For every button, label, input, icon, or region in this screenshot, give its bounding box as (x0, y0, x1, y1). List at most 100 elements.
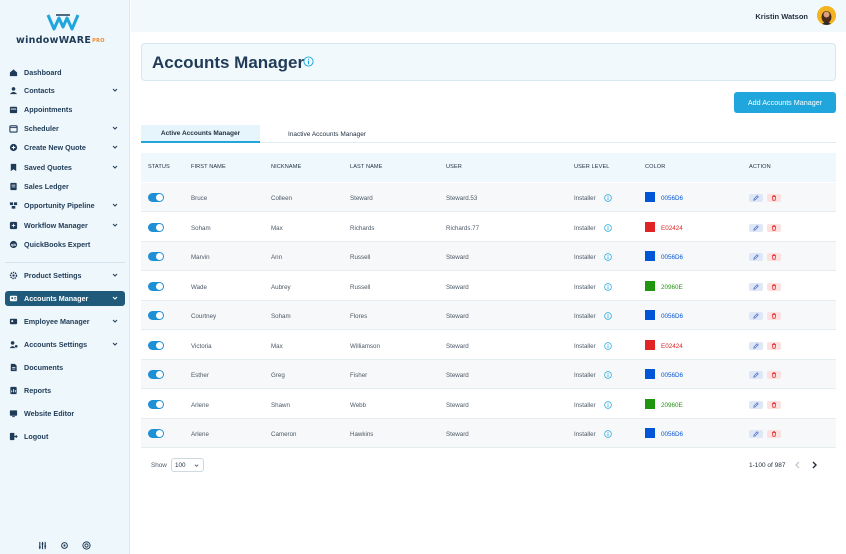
table-row: Arlene Shawn Webb Steward Installer 20960E (141, 390, 836, 419)
user-name[interactable]: Kristin Watson (755, 12, 808, 21)
accounts-manager-icon (9, 294, 18, 303)
info-icon[interactable] (604, 282, 612, 291)
sidebar-item-label: Workflow Manager (24, 221, 88, 230)
sidebar-item-product-settings[interactable]: Product Settings (5, 268, 125, 283)
color-code: E02424 (661, 342, 683, 350)
edit-button[interactable] (749, 312, 763, 320)
delete-button[interactable] (767, 194, 781, 202)
delete-button[interactable] (767, 312, 781, 320)
page-size-select[interactable]: 100 (171, 458, 204, 472)
delete-button[interactable] (767, 400, 781, 409)
table-row: Marvin Ann Russell Steward Installer 0056D6 (141, 242, 836, 271)
info-icon[interactable] (604, 371, 612, 379)
sidebar-item-create-new-quote[interactable]: Create New Quote (5, 140, 125, 155)
info-icon[interactable] (303, 56, 314, 67)
avatar[interactable] (817, 6, 836, 25)
pencil-icon (753, 342, 759, 349)
sliders-icon[interactable] (38, 537, 47, 550)
status-toggle[interactable] (148, 311, 164, 320)
delete-button[interactable] (767, 253, 781, 261)
status-toggle[interactable] (148, 429, 164, 438)
sidebar-item-workflow-manager[interactable]: Workflow Manager (5, 218, 125, 233)
color-swatch (645, 428, 655, 438)
sidebar-item-label: Dashboard (24, 68, 62, 77)
info-icon[interactable] (604, 194, 612, 202)
delete-button[interactable] (767, 223, 781, 232)
sidebar-item-opportunity-pipeline[interactable]: Opportunity Pipeline (5, 198, 125, 213)
chevron-left-icon[interactable] (794, 461, 801, 469)
sidebar-item-website-editor[interactable]: Website Editor (5, 406, 125, 421)
sidebar-item-employee-manager[interactable]: Employee Manager (5, 314, 125, 329)
info-icon[interactable] (604, 312, 612, 320)
sidebar-item-appointments[interactable]: Appointments (5, 102, 125, 117)
sidebar-item-label: Contacts (24, 86, 55, 95)
pagination-range: 1-100 of 987 (749, 462, 786, 469)
chevron-right-icon[interactable] (811, 461, 818, 469)
delete-button[interactable] (767, 282, 781, 291)
sidebar-item-saved-quotes[interactable]: Saved Quotes (5, 160, 125, 175)
sidebar-item-label: Appointments (24, 105, 73, 114)
table-row: Courtney Soham Flores Steward Installer 0056D… (141, 301, 836, 330)
sidebar-item-dashboard[interactable]: Dashboard (5, 65, 125, 80)
info-icon[interactable] (604, 223, 612, 232)
sidebar-item-accounts-manager[interactable]: Accounts Manager (5, 291, 125, 306)
add-accounts-manager-button[interactable]: Add Accounts Manager (734, 92, 836, 113)
sidebar-item-reports[interactable]: Reports (5, 383, 125, 398)
status-toggle[interactable] (148, 252, 164, 261)
sidebar-item-label: Logout (24, 432, 49, 441)
status-toggle[interactable] (148, 370, 164, 379)
trash-icon (772, 254, 776, 260)
edit-button[interactable] (749, 430, 763, 438)
sidebar-item-label: Product Settings (24, 271, 82, 280)
delete-button[interactable] (767, 430, 781, 438)
info-icon[interactable] (604, 341, 612, 350)
info-icon[interactable] (604, 400, 612, 409)
sidebar-item-label: Create New Quote (24, 143, 86, 152)
trash-icon (772, 195, 776, 201)
info-icon[interactable] (604, 253, 612, 261)
sidebar-item-quickbooks-expert[interactable]: qb QuickBooks Expert (5, 237, 125, 252)
edit-button[interactable] (749, 341, 763, 350)
sidebar-item-accounts-settings[interactable]: Accounts Settings (5, 337, 125, 352)
edit-button[interactable] (749, 223, 763, 232)
status-toggle[interactable] (148, 193, 164, 202)
sidebar-item-sales-ledger[interactable]: Sales Ledger (5, 179, 125, 194)
page-header: Accounts Manager (141, 43, 836, 81)
info-icon[interactable] (604, 430, 612, 438)
ledger-icon (9, 182, 18, 191)
delete-button[interactable] (767, 341, 781, 350)
logout-icon (9, 432, 18, 441)
page-size-value: 100 (175, 462, 186, 469)
employee-icon (9, 317, 18, 326)
edit-button[interactable] (749, 282, 763, 291)
user-level-cell: Installer (574, 342, 596, 350)
status-toggle[interactable] (148, 399, 164, 409)
tab-inactive-accounts-manager[interactable]: Inactive Accounts Manager (260, 125, 394, 143)
sidebar-item-documents[interactable]: Documents (5, 360, 125, 375)
delete-button[interactable] (767, 371, 781, 379)
settings-icon[interactable] (60, 537, 69, 549)
logo[interactable]: windowWAREPRO (16, 12, 116, 48)
sidebar-item-scheduler[interactable]: Scheduler (5, 121, 125, 136)
plus-circle-icon (9, 143, 18, 152)
color-swatch (645, 369, 655, 379)
page-title: Accounts Manager (152, 53, 305, 72)
color-code: 0056D6 (661, 431, 684, 438)
edit-button[interactable] (749, 400, 763, 409)
support-icon[interactable] (82, 537, 91, 550)
edit-button[interactable] (749, 371, 763, 379)
sidebar-item-label: Accounts Manager (24, 294, 89, 303)
sidebar-item-label: Website Editor (24, 409, 75, 418)
status-toggle[interactable] (148, 222, 164, 232)
nickname-cell: Ann (271, 254, 283, 261)
sidebar-item-logout[interactable]: Logout (5, 429, 125, 444)
tab-active-accounts-manager[interactable]: Active Accounts Manager (141, 125, 260, 143)
status-toggle[interactable] (148, 281, 164, 291)
user-level-cell: Installer (574, 224, 596, 232)
nickname-cell: Max (271, 342, 283, 350)
status-toggle[interactable] (148, 340, 164, 350)
edit-button[interactable] (749, 194, 763, 202)
edit-button[interactable] (749, 253, 763, 261)
chevron-down-icon (112, 88, 118, 92)
sidebar-item-contacts[interactable]: Contacts (5, 83, 125, 98)
